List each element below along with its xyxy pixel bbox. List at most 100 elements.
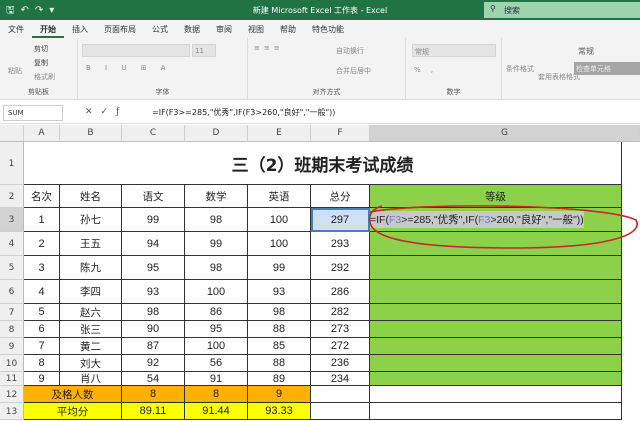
col-header[interactable]: F: [311, 125, 370, 142]
data-cell[interactable]: 7: [24, 338, 60, 355]
header-cell[interactable]: 英语: [248, 185, 311, 208]
grade-cell[interactable]: [370, 304, 622, 321]
col-header[interactable]: A: [24, 125, 60, 142]
tab-help[interactable]: 帮助: [272, 20, 304, 38]
data-cell[interactable]: 54: [122, 372, 185, 386]
grade-cell-editing[interactable]: =IF(F3>=285,"优秀",IF(F3>260,"良好","一般")): [370, 208, 622, 232]
data-cell[interactable]: 234: [311, 372, 370, 386]
data-cell[interactable]: 99: [122, 208, 185, 232]
data-cell[interactable]: 90: [122, 321, 185, 338]
data-cell[interactable]: 6: [24, 321, 60, 338]
header-cell[interactable]: 名次: [24, 185, 60, 208]
data-cell[interactable]: 293: [311, 232, 370, 256]
data-cell[interactable]: 99: [185, 232, 248, 256]
data-cell[interactable]: 陈九: [60, 256, 122, 280]
data-cell[interactable]: 91: [185, 372, 248, 386]
data-cell[interactable]: 肖八: [60, 372, 122, 386]
col-header[interactable]: B: [60, 125, 122, 142]
grade-cell[interactable]: [370, 372, 622, 386]
tab-page-layout[interactable]: 页面布局: [96, 20, 144, 38]
in-cell-formula[interactable]: =IF(F3>=285,"优秀",IF(F3>260,"良好","一般")): [370, 211, 584, 228]
tab-special[interactable]: 特色功能: [304, 20, 352, 38]
row-header[interactable]: 8: [0, 321, 24, 338]
data-cell[interactable]: 88: [248, 355, 311, 372]
row-header[interactable]: 1: [0, 142, 24, 185]
grade-cell[interactable]: [370, 338, 622, 355]
data-cell[interactable]: 98: [122, 304, 185, 321]
row-header[interactable]: 2: [0, 185, 24, 208]
data-cell[interactable]: 98: [185, 256, 248, 280]
data-cell[interactable]: 100: [248, 208, 311, 232]
header-cell[interactable]: 总分: [311, 185, 370, 208]
pass-count-cell[interactable]: 8: [122, 386, 185, 403]
number-buttons[interactable]: % ,: [414, 66, 437, 74]
pass-count-cell[interactable]: 9: [248, 386, 311, 403]
font-style-buttons[interactable]: B I U ⊞ A: [86, 64, 172, 72]
empty-cell[interactable]: [311, 386, 370, 403]
data-cell[interactable]: 56: [185, 355, 248, 372]
tab-insert[interactable]: 插入: [64, 20, 96, 38]
data-cell[interactable]: 282: [311, 304, 370, 321]
wrap-text-button[interactable]: 自动换行: [336, 46, 364, 56]
grade-cell[interactable]: [370, 232, 622, 256]
data-cell[interactable]: 89: [248, 372, 311, 386]
data-cell[interactable]: 黄二: [60, 338, 122, 355]
style-check-cell[interactable]: 检查单元格: [574, 62, 640, 75]
data-cell[interactable]: 2: [24, 232, 60, 256]
select-all[interactable]: [0, 125, 24, 142]
row-header[interactable]: 3: [0, 208, 24, 232]
conditional-format-button[interactable]: 条件格式: [506, 64, 534, 74]
data-cell[interactable]: 286: [311, 280, 370, 304]
data-cell[interactable]: 93: [248, 280, 311, 304]
data-cell[interactable]: 李四: [60, 280, 122, 304]
data-cell[interactable]: 273: [311, 321, 370, 338]
data-cell[interactable]: 94: [122, 232, 185, 256]
header-cell[interactable]: 数学: [185, 185, 248, 208]
data-cell[interactable]: 292: [311, 256, 370, 280]
data-cell[interactable]: 4: [24, 280, 60, 304]
data-cell[interactable]: 孙七: [60, 208, 122, 232]
row-header[interactable]: 6: [0, 280, 24, 304]
row-header[interactable]: 11: [0, 372, 24, 386]
tab-formulas[interactable]: 公式: [144, 20, 176, 38]
data-cell[interactable]: 张三: [60, 321, 122, 338]
grade-cell[interactable]: [370, 321, 622, 338]
grade-cell[interactable]: [370, 256, 622, 280]
data-cell[interactable]: 100: [185, 280, 248, 304]
grade-cell[interactable]: [370, 355, 622, 372]
tab-file[interactable]: 文件: [0, 20, 32, 38]
data-cell[interactable]: 刘大: [60, 355, 122, 372]
data-cell[interactable]: 王五: [60, 232, 122, 256]
cut-button[interactable]: 剪切: [34, 44, 48, 54]
col-header[interactable]: E: [248, 125, 311, 142]
empty-cell[interactable]: [311, 403, 370, 420]
empty-cell[interactable]: [370, 403, 622, 420]
data-cell[interactable]: 87: [122, 338, 185, 355]
data-cell[interactable]: 3: [24, 256, 60, 280]
formula-input[interactable]: =IF(F3>=285,"优秀",IF(F3>260,"良好","一般")): [152, 107, 335, 118]
data-cell[interactable]: 236: [311, 355, 370, 372]
col-header[interactable]: G: [370, 125, 640, 142]
data-cell[interactable]: 100: [185, 338, 248, 355]
data-cell[interactable]: 100: [248, 232, 311, 256]
data-cell[interactable]: 9: [24, 372, 60, 386]
number-format-select[interactable]: 常规: [412, 44, 496, 57]
pass-count-label[interactable]: 及格人数: [24, 386, 122, 403]
data-cell[interactable]: 86: [185, 304, 248, 321]
col-header[interactable]: D: [185, 125, 248, 142]
pass-count-cell[interactable]: 8: [185, 386, 248, 403]
data-cell[interactable]: 85: [248, 338, 311, 355]
formula-buttons[interactable]: ✕✓ƒ: [85, 107, 127, 117]
merge-center-button[interactable]: 合并后居中: [336, 66, 371, 76]
header-cell[interactable]: 等级: [370, 185, 622, 208]
data-cell[interactable]: 98: [185, 208, 248, 232]
tab-review[interactable]: 审阅: [208, 20, 240, 38]
empty-cell[interactable]: [370, 386, 622, 403]
tab-view[interactable]: 视图: [240, 20, 272, 38]
data-cell[interactable]: 8: [24, 355, 60, 372]
data-cell[interactable]: 1: [24, 208, 60, 232]
data-cell[interactable]: 99: [248, 256, 311, 280]
search-box[interactable]: ⚲ 搜索: [484, 2, 640, 18]
data-cell[interactable]: 95: [122, 256, 185, 280]
data-cell[interactable]: 5: [24, 304, 60, 321]
